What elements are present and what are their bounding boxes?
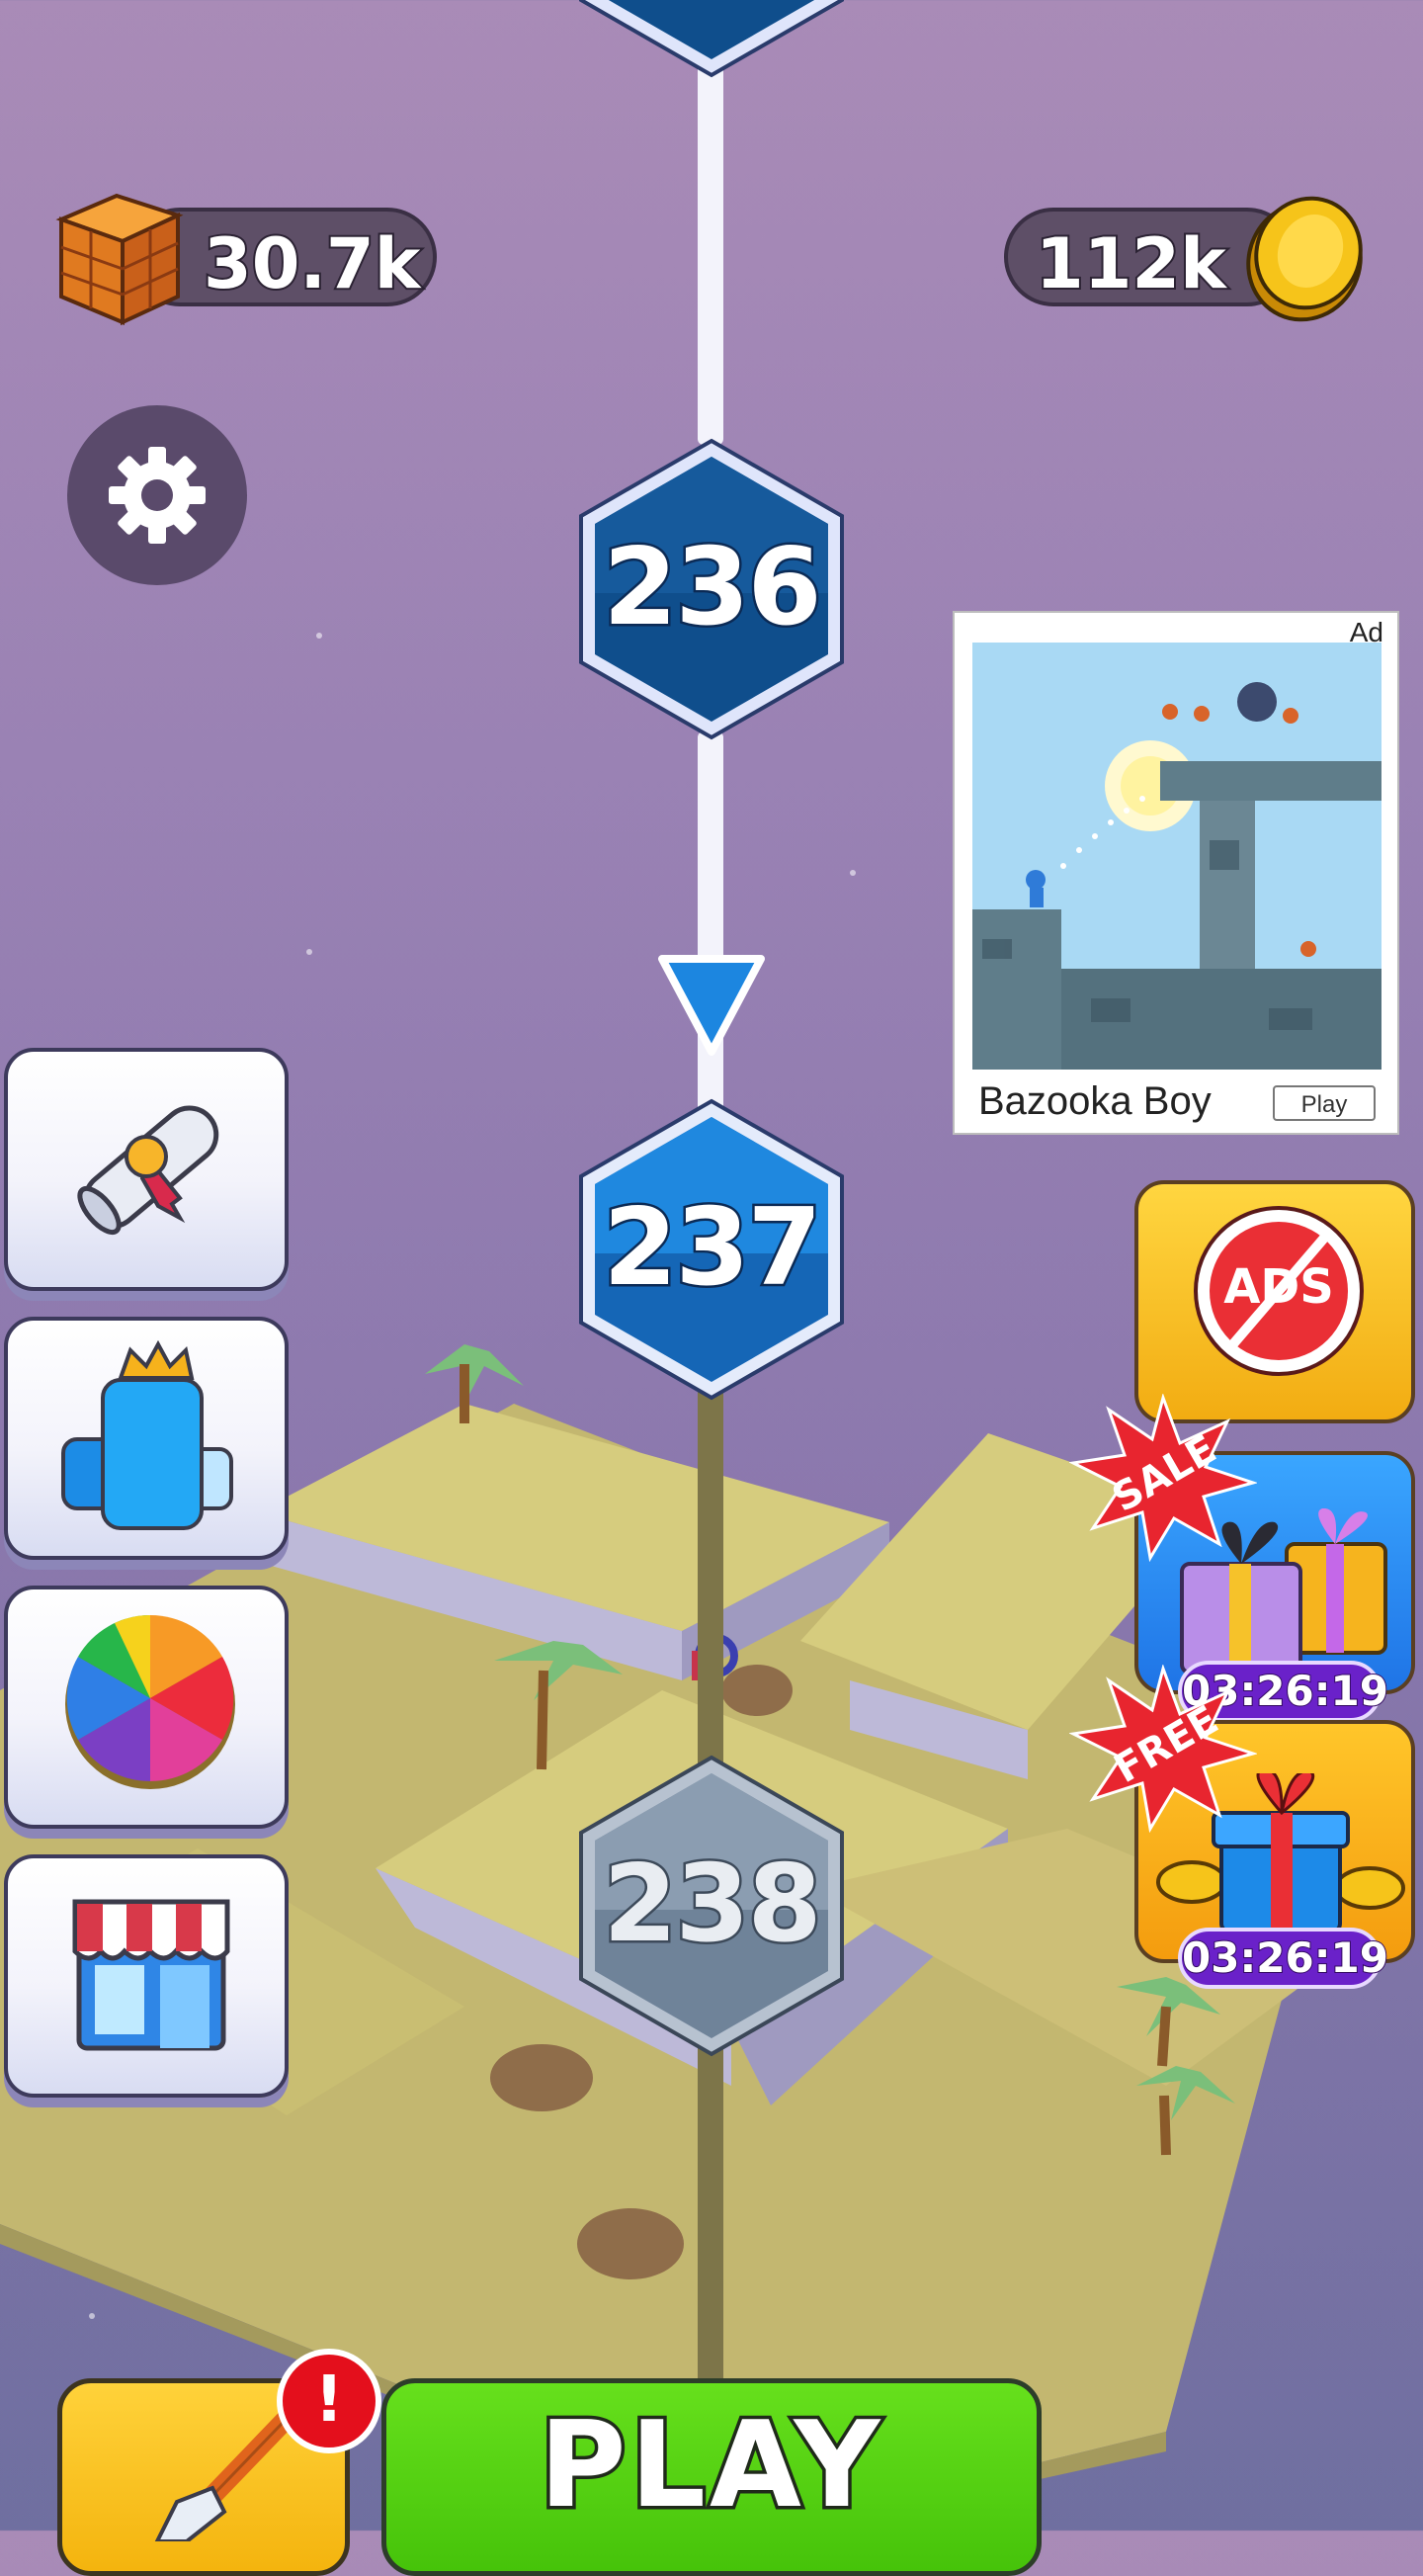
level-number: 237 xyxy=(601,1184,824,1313)
coin-count: 112k xyxy=(1034,221,1228,306)
level-node-236[interactable]: 236 xyxy=(573,435,850,743)
brick-count: 30.7k xyxy=(202,221,422,306)
king-skin-button[interactable] xyxy=(4,1317,289,1560)
level-number: 236 xyxy=(601,524,824,652)
free-gift-timer: 03:26:19 xyxy=(1178,1928,1389,1989)
sale-badge: SALE xyxy=(1068,1393,1259,1563)
gold-coin-icon xyxy=(1241,190,1368,324)
no-ads-button[interactable]: ADS xyxy=(1134,1180,1415,1423)
path-segment-locked xyxy=(698,1384,723,1779)
play-label: PLAY xyxy=(536,2394,884,2538)
current-level-arrow-icon xyxy=(656,951,767,1060)
previous-level-node xyxy=(573,0,850,81)
ad-play-button[interactable]: Play xyxy=(1273,1085,1376,1121)
level-node-237[interactable]: 237 xyxy=(573,1095,850,1404)
settings-button[interactable] xyxy=(67,405,247,585)
no-ads-label: ADS xyxy=(1223,1259,1334,1315)
brick-crate-icon xyxy=(47,190,192,328)
path-segment xyxy=(698,49,723,445)
shop-button[interactable] xyxy=(4,1854,289,2098)
color-wheel-icon xyxy=(59,1609,241,1791)
free-badge: FREE xyxy=(1068,1664,1259,1834)
certificate-scroll-button[interactable] xyxy=(4,1048,289,1291)
storefront-icon xyxy=(67,1896,235,2054)
scroll-ribbon-icon xyxy=(63,1079,237,1253)
gear-icon xyxy=(107,445,208,546)
spin-wheel-button[interactable] xyxy=(4,1586,289,1829)
ad-title: Bazooka Boy xyxy=(978,1079,1212,1123)
dig-alert-badge: ! xyxy=(277,2349,381,2453)
ad-image xyxy=(972,643,1381,1070)
ad-banner[interactable]: Ad Bazooka Boy Play xyxy=(953,611,1399,1135)
level-number: 238 xyxy=(601,1841,824,1969)
play-button[interactable]: PLAY xyxy=(381,2378,1042,2576)
level-node-238: 238 xyxy=(573,1752,850,2060)
crowned-block-icon xyxy=(53,1339,247,1534)
